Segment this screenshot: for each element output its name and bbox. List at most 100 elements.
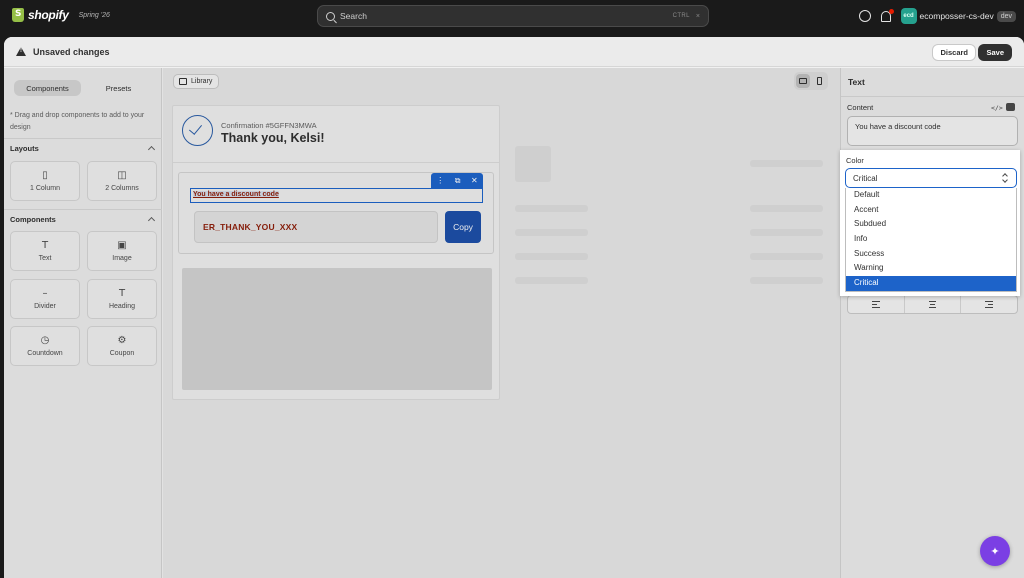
content-label: Content <box>847 103 874 112</box>
copy-button[interactable]: Copy <box>445 211 481 243</box>
tile-label: 1 Column <box>30 184 60 192</box>
tab-presets[interactable]: Presets <box>85 80 152 96</box>
image-icon: ▣ <box>117 239 127 251</box>
layouts-title: Layouts <box>10 144 39 153</box>
notification-dot <box>888 8 894 14</box>
viewport-toggle <box>794 72 828 90</box>
color-option-warning[interactable]: Warning <box>846 261 1016 276</box>
coupon-icon: ⚙ <box>117 334 127 346</box>
selection-toolbar: ⋮ ⧉ ✕ <box>431 173 483 188</box>
color-option-accent[interactable]: Accent <box>846 203 1016 218</box>
tile-label: Divider <box>34 302 56 310</box>
text-icon: T <box>41 239 49 251</box>
component-divider[interactable]: – Divider <box>10 279 80 319</box>
color-option-info[interactable]: Info <box>846 232 1016 247</box>
editor-canvas: Library Confirmation #5GFFN3MWA Thank yo… <box>163 68 840 578</box>
component-heading[interactable]: T Heading <box>87 279 157 319</box>
save-button[interactable]: Save <box>978 44 1012 61</box>
selected-text-element[interactable]: You have a discount code <box>190 188 483 203</box>
desktop-view-button[interactable] <box>796 74 810 88</box>
discard-button[interactable]: Discard <box>932 44 976 61</box>
mobile-view-button[interactable] <box>812 74 826 88</box>
shopify-bag-icon <box>12 8 24 22</box>
bell-icon[interactable] <box>880 8 894 22</box>
tile-label: 2 Columns <box>105 184 139 192</box>
thank-you-card: Confirmation #5GFFN3MWA Thank you, Kelsi… <box>172 105 500 400</box>
tile-label: Text <box>38 254 52 262</box>
desktop-icon <box>799 78 807 84</box>
duplicate-icon[interactable]: ⧉ <box>455 176 461 186</box>
components-panel: Components Presets * Drag and drop compo… <box>4 68 162 578</box>
color-select[interactable]: Critical <box>845 168 1017 188</box>
discount-code-field[interactable]: ER_THANK_YOU_XXX <box>194 211 438 243</box>
settings-title: Text <box>848 77 865 87</box>
search-clear-icon[interactable]: × <box>696 13 700 20</box>
skeleton-thumb <box>515 146 551 182</box>
unsaved-title: Unsaved changes <box>33 46 110 57</box>
tile-label: Heading <box>108 302 136 310</box>
discount-text: You have a discount code <box>193 191 279 198</box>
align-center-button[interactable] <box>905 296 962 313</box>
ai-assistant-button[interactable]: ✦ <box>980 536 1010 566</box>
color-option-default[interactable]: Default <box>846 188 1016 203</box>
skeleton-line <box>750 277 823 284</box>
skeleton-line <box>750 229 823 236</box>
shopify-logo[interactable]: shopify Spring '26 <box>12 8 110 22</box>
library-label: Library <box>191 78 213 85</box>
layout-1-column[interactable]: ▯ 1 Column <box>10 161 80 201</box>
card-divider <box>173 162 499 163</box>
edition-label: Spring '26 <box>78 11 110 19</box>
component-coupon[interactable]: ⚙ Coupon <box>87 326 157 366</box>
search-bar[interactable]: CTRL × <box>317 5 709 27</box>
chat-icon[interactable] <box>1006 103 1015 111</box>
warning-icon <box>16 47 26 56</box>
component-image[interactable]: ▣ Image <box>87 231 157 271</box>
chevron-up-icon <box>147 216 156 225</box>
search-shortcut: CTRL <box>672 13 690 19</box>
store-avatar: ecd <box>900 8 917 24</box>
image-placeholder[interactable] <box>182 268 492 390</box>
coupon-block[interactable]: ⋮ ⧉ ✕ You have a discount code ER_THANK_… <box>178 172 494 254</box>
skeleton-line <box>515 253 588 260</box>
tab-components[interactable]: Components <box>14 80 81 96</box>
components-title: Components <box>10 215 56 224</box>
settings-panel: Text Content </> You have a discount cod… <box>840 68 1024 578</box>
alignment-group <box>847 295 1018 314</box>
layouts-header[interactable]: Layouts <box>4 138 162 158</box>
color-selected-value: Critical <box>853 173 878 183</box>
code-icon[interactable]: </> <box>991 104 1003 112</box>
inbox-icon[interactable] <box>858 10 871 22</box>
more-icon[interactable]: ⋮ <box>436 176 444 185</box>
color-option-success[interactable]: Success <box>846 247 1016 262</box>
mobile-icon <box>816 77 822 85</box>
tile-label: Countdown <box>27 349 63 357</box>
color-option-critical[interactable]: Critical <box>846 276 1016 291</box>
component-countdown[interactable]: ◷ Countdown <box>10 326 80 366</box>
two-columns-icon: ◫ <box>117 169 127 181</box>
skeleton-line <box>515 205 588 212</box>
content-textarea[interactable]: You have a discount code <box>847 116 1018 146</box>
app-frame: Unsaved changes Discard Save Components … <box>4 37 1024 578</box>
skeleton-line <box>515 229 588 236</box>
library-button[interactable]: Library <box>173 74 220 89</box>
align-left-button[interactable] <box>848 296 905 313</box>
sparkle-icon: ✦ <box>990 544 1000 558</box>
divider-icon: – <box>42 287 48 299</box>
store-name: ecomposser-cs-dev <box>919 11 994 21</box>
store-switcher[interactable]: ecd ecomposser-cs-dev dev <box>900 8 1016 24</box>
component-text[interactable]: T Text <box>10 231 80 271</box>
chevron-up-icon <box>147 145 156 154</box>
settings-divider <box>841 96 1024 97</box>
components-header[interactable]: Components <box>4 209 162 229</box>
close-icon[interactable]: ✕ <box>471 176 478 185</box>
clock-icon: ◷ <box>40 334 50 346</box>
align-right-button[interactable] <box>961 296 1017 313</box>
store-badge: dev <box>996 10 1016 22</box>
admin-topbar: shopify Spring '26 CTRL × ecd ecomposser… <box>0 0 1024 32</box>
layout-2-columns[interactable]: ◫ 2 Columns <box>87 161 157 201</box>
color-option-subdued[interactable]: Subdued <box>846 217 1016 232</box>
color-options-list: Default Accent Subdued Info Success Warn… <box>845 188 1017 292</box>
search-input[interactable] <box>340 11 673 21</box>
skeleton-line <box>750 160 823 167</box>
logo-text: shopify <box>28 8 69 22</box>
